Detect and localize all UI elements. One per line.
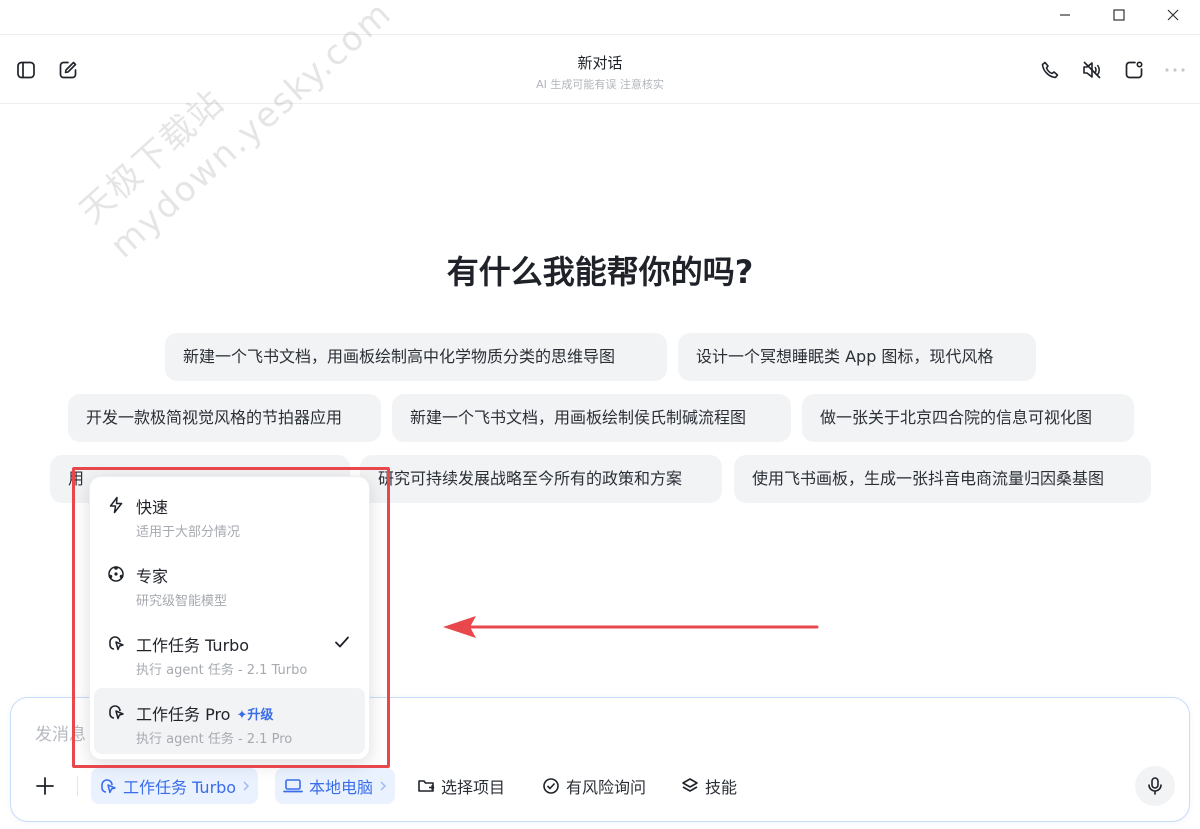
suggestion-chip[interactable]: 做一张关于北京四合院的信息可视化图	[802, 394, 1134, 442]
suggestion-chip[interactable]: 开发一款极简视觉风格的节拍器应用	[68, 394, 381, 442]
mute-icon	[1083, 61, 1101, 79]
plus-icon	[36, 777, 54, 795]
suggestion-chip[interactable]: 新建一个飞书文档，用画板绘制侯氏制碱流程图	[392, 394, 791, 442]
device-selector[interactable]: 本地电脑	[275, 768, 396, 804]
annotation-arrow-icon	[443, 616, 819, 638]
risk-label: 有风险询问	[566, 778, 647, 797]
page-title: 新对话	[577, 54, 623, 72]
suggestion-chip[interactable]: 新建一个飞书文档，用画板绘制高中化学物质分类的思维导图	[165, 333, 667, 381]
add-attachment-button[interactable]	[31, 772, 59, 800]
greeting-heading: 有什么我能帮你的吗?	[446, 253, 754, 291]
laptop-icon	[283, 779, 303, 793]
phone-icon	[1041, 61, 1059, 79]
device-label: 本地电脑	[309, 778, 374, 797]
layers-icon	[682, 778, 698, 792]
mode-label: 工作任务 Turbo	[123, 778, 237, 797]
page-subtitle: AI 生成可能有误 注意核实	[536, 78, 664, 91]
suggestion-chip[interactable]: 研究可持续发展战略至今所有的政策和方案	[360, 455, 722, 503]
more-button[interactable]	[1164, 59, 1186, 81]
chevron-right-icon	[243, 781, 250, 791]
suggestion-chip[interactable]: 设计一个冥想睡眠类 App 图标，现代风格	[678, 333, 1036, 381]
maximize-button[interactable]	[1092, 0, 1146, 30]
skills-button[interactable]: 技能	[673, 768, 745, 804]
annotation-highlight-box	[72, 467, 390, 768]
toolbar-divider	[77, 776, 78, 796]
window-controls	[1038, 0, 1200, 30]
select-project-button[interactable]: 选择项目	[409, 768, 513, 804]
minimize-button[interactable]	[1038, 0, 1092, 30]
agent-icon	[101, 779, 116, 794]
call-button[interactable]	[1039, 59, 1061, 81]
chevron-right-icon	[380, 781, 387, 791]
mode-selector[interactable]: 工作任务 Turbo	[91, 768, 259, 804]
more-icon	[1165, 68, 1185, 72]
skills-label: 技能	[705, 778, 738, 797]
microphone-icon	[1148, 777, 1162, 795]
share-button[interactable]	[1123, 59, 1145, 81]
close-button[interactable]	[1146, 0, 1200, 30]
maximize-icon	[1113, 9, 1125, 21]
suggestion-chip[interactable]: 使用飞书画板，生成一张抖音电商流量归因桑基图	[734, 455, 1151, 503]
minimize-icon	[1060, 14, 1070, 16]
project-label: 选择项目	[441, 778, 506, 797]
mute-button[interactable]	[1081, 59, 1103, 81]
risk-confirm-toggle[interactable]: 有风险询问	[534, 768, 654, 804]
check-circle-icon	[543, 778, 559, 794]
chat-header: 新对话 AI 生成可能有误 注意核实	[0, 34, 1200, 104]
folder-icon	[418, 780, 435, 792]
voice-input-button[interactable]	[1135, 766, 1175, 806]
close-icon	[1167, 9, 1179, 21]
share-icon	[1125, 61, 1143, 79]
composer-toolbar: 工作任务 Turbo 本地电脑 选择项目 有风险询问 技能	[11, 766, 1189, 806]
